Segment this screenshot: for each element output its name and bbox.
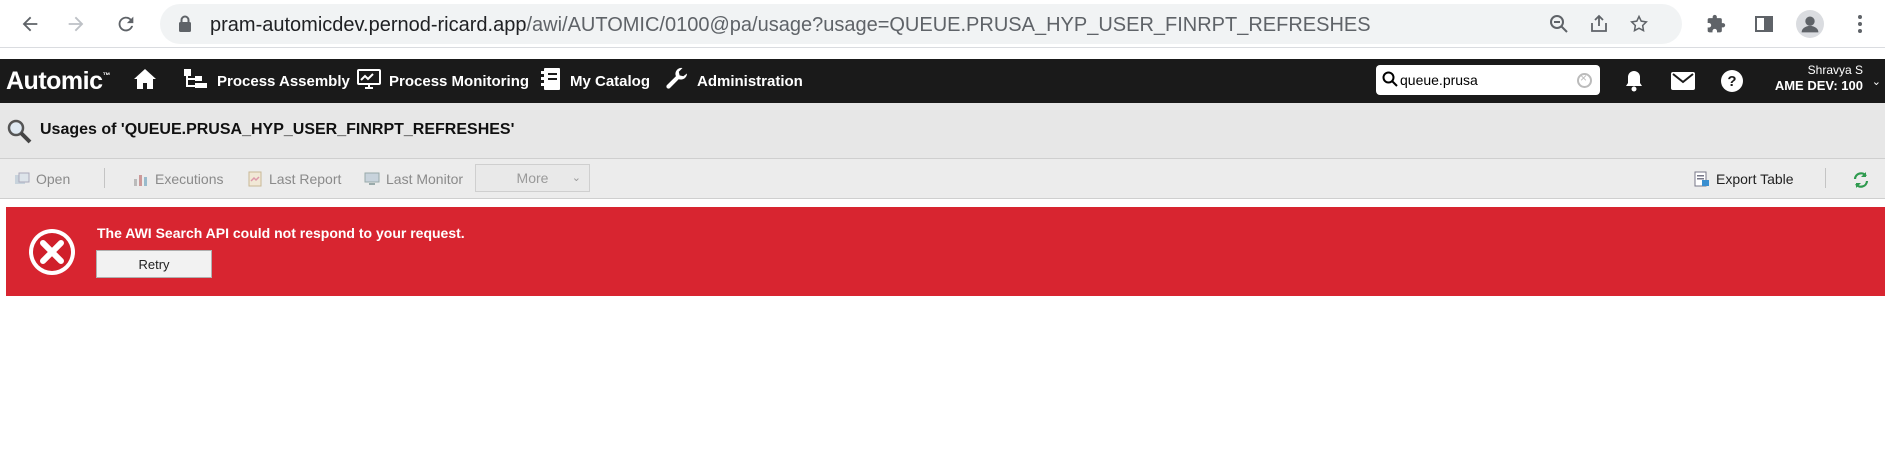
export-table-button[interactable]: Export Table: [1694, 169, 1794, 189]
automic-logo[interactable]: Automic™: [6, 67, 110, 96]
more-label: More: [516, 170, 549, 186]
chevron-down-icon[interactable]: ⌄: [1872, 75, 1881, 88]
chevron-down-icon: ⌄: [571, 172, 581, 184]
nav-my-catalog[interactable]: My Catalog: [540, 59, 650, 103]
toolbar-divider: [1825, 168, 1826, 188]
messages-envelope-icon[interactable]: [1669, 67, 1697, 95]
url-text: pram-automicdev.pernod-ricard.app/awi/AU…: [210, 14, 1371, 36]
retry-button[interactable]: Retry: [96, 250, 212, 278]
executions-button[interactable]: Executions: [133, 169, 223, 189]
page-title: Usages of 'QUEUE.PRUSA_HYP_USER_FINRPT_R…: [40, 121, 515, 138]
open-button[interactable]: Open: [14, 169, 70, 189]
profile-avatar-icon[interactable]: [1796, 10, 1824, 38]
executions-icon: [133, 171, 149, 187]
global-search-box[interactable]: [1376, 65, 1600, 95]
last-report-label: Last Report: [269, 171, 342, 187]
process-assembly-icon: [183, 68, 217, 94]
back-icon[interactable]: [16, 10, 44, 38]
more-dropdown[interactable]: More ⌄: [475, 164, 590, 192]
refresh-button[interactable]: [1852, 169, 1874, 189]
home-button[interactable]: [133, 59, 165, 103]
monitor-icon: [357, 68, 389, 94]
nav-label: My Catalog: [570, 72, 651, 90]
nav-label: Process Monitoring: [389, 72, 530, 90]
catalog-icon: [540, 67, 570, 95]
open-label: Open: [36, 171, 71, 187]
address-bar[interactable]: pram-automicdev.pernod-ricard.app/awi/AU…: [160, 4, 1682, 44]
browser-menu-icon[interactable]: [1846, 10, 1874, 38]
refresh-icon: [1852, 171, 1869, 188]
report-icon: [247, 171, 263, 187]
nav-label: Process Assembly: [217, 72, 350, 90]
environment-label: AME DEV: 100: [1774, 78, 1863, 93]
zoom-icon[interactable]: [1545, 10, 1573, 38]
export-table-label: Export Table: [1716, 171, 1794, 187]
nav-process-monitoring[interactable]: Process Monitoring: [357, 59, 529, 103]
svg-text:?: ?: [1727, 73, 1736, 90]
browser-toolbar: pram-automicdev.pernod-ricard.app/awi/AU…: [0, 0, 1885, 48]
app-header: Automic™ Process Assembly Process Monito…: [0, 59, 1885, 103]
lock-icon: [178, 15, 192, 38]
search-magnifier-icon: [6, 118, 32, 149]
open-icon: [14, 171, 30, 187]
extensions-icon[interactable]: [1702, 10, 1730, 38]
notifications-bell-icon[interactable]: [1620, 67, 1648, 95]
nav-administration[interactable]: Administration: [665, 59, 803, 103]
clear-search-icon[interactable]: [1577, 71, 1592, 88]
usage-toolbar: Open Executions Last Report Last Monitor…: [0, 159, 1885, 199]
search-input[interactable]: [1400, 70, 1572, 90]
user-menu[interactable]: Shravya S AME DEV: 100: [1775, 63, 1863, 93]
share-icon[interactable]: [1585, 10, 1613, 38]
last-report-button[interactable]: Last Report: [247, 169, 341, 189]
toolbar-divider: [104, 168, 105, 188]
last-monitor-label: Last Monitor: [386, 171, 464, 187]
error-banner: The AWI Search API could not respond to …: [6, 207, 1885, 296]
forward-icon[interactable]: [62, 10, 90, 38]
reload-icon[interactable]: [112, 10, 140, 38]
nav-label: Administration: [697, 72, 803, 90]
executions-label: Executions: [155, 171, 224, 187]
bookmark-star-icon[interactable]: [1625, 10, 1653, 38]
error-message: The AWI Search API could not respond to …: [97, 225, 465, 241]
home-icon: [133, 68, 165, 94]
help-icon[interactable]: ?: [1718, 67, 1746, 95]
error-x-icon: [27, 227, 77, 277]
user-name: Shravya S: [1807, 63, 1863, 77]
nav-process-assembly[interactable]: Process Assembly: [183, 59, 350, 103]
side-panel-icon[interactable]: [1750, 10, 1778, 38]
page-title-bar: Usages of 'QUEUE.PRUSA_HYP_USER_FINRPT_R…: [0, 103, 1885, 159]
search-icon: [1382, 71, 1398, 92]
monitor-screen-icon: [364, 171, 380, 187]
wrench-icon: [665, 67, 697, 95]
export-icon: [1694, 171, 1710, 187]
last-monitor-button[interactable]: Last Monitor: [364, 169, 463, 189]
